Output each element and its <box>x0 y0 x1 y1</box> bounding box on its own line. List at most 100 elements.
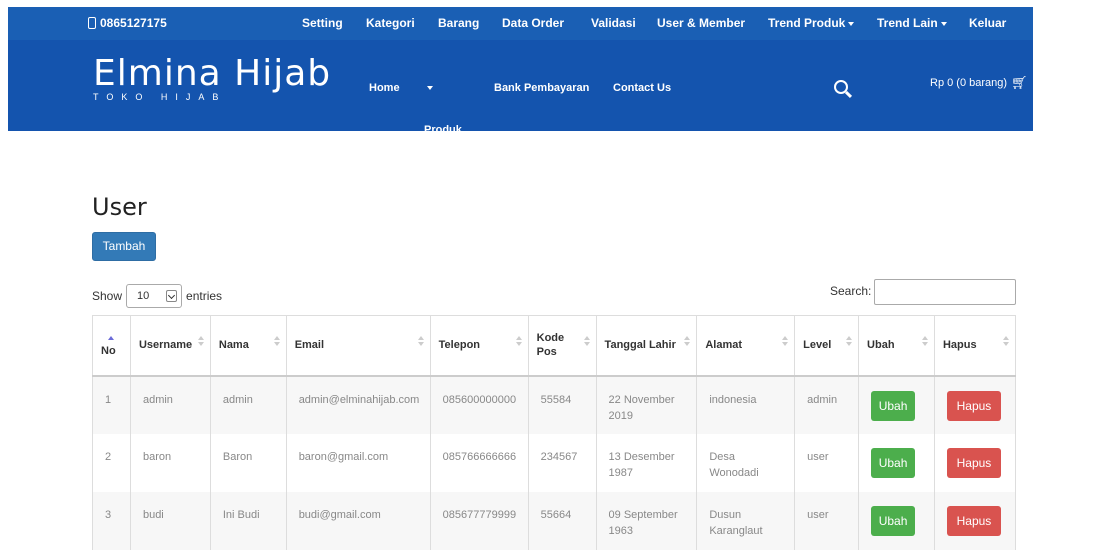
table-header-row: No Username Nama Email Telepon Kode Pos … <box>92 315 1017 377</box>
column-header-username[interactable]: Username <box>129 315 211 377</box>
entries-select[interactable]: 10 <box>126 284 183 308</box>
column-label: Kode Pos <box>536 332 565 359</box>
sort-icon <box>846 336 853 348</box>
cell-no: 2 <box>92 433 131 492</box>
nav-produk-label: Produk <box>424 124 462 136</box>
cell-tanggal-lahir: 09 September 1963 <box>595 491 698 550</box>
nav-setting[interactable]: Setting <box>302 16 343 30</box>
delete-button[interactable]: Hapus <box>946 390 1001 421</box>
nav-keluar[interactable]: Keluar <box>969 16 1006 30</box>
cart-icon: 🛒︎ <box>1011 75 1028 90</box>
cell-ubah: Ubah <box>858 491 935 550</box>
column-label: Level <box>803 339 832 352</box>
edit-button[interactable]: Ubah <box>871 447 916 478</box>
nav-contact-us[interactable]: Contact Us <box>613 82 671 94</box>
cell-alamat: indonesia <box>696 375 796 434</box>
nav-home[interactable]: Home <box>369 82 400 94</box>
caret-down-icon <box>427 86 433 91</box>
phone-number: 0865127175 <box>100 16 167 30</box>
sort-icon <box>782 336 789 348</box>
column-label: Nama <box>218 339 249 352</box>
cell-no: 3 <box>92 491 131 550</box>
column-header-ubah[interactable]: Ubah <box>858 315 935 377</box>
column-header-alamat[interactable]: Alamat <box>696 315 796 377</box>
column-header-kode-pos[interactable]: Kode Pos <box>527 315 597 377</box>
column-header-email[interactable]: Email <box>285 315 431 377</box>
table-row: 2 baron Baron baron@gmail.com 0857666666… <box>92 433 1017 492</box>
cell-nama: admin <box>209 375 287 434</box>
delete-button[interactable]: Hapus <box>946 447 1001 478</box>
sort-icon <box>417 336 424 348</box>
sort-icon <box>197 336 204 348</box>
nav-kategori[interactable]: Kategori <box>366 16 415 30</box>
cell-no: 1 <box>92 375 131 434</box>
sort-icon <box>273 336 280 348</box>
cell-nama: Baron <box>209 433 287 492</box>
cell-alamat: Desa Wonodadi <box>696 433 796 492</box>
cell-ubah: Ubah <box>858 433 935 492</box>
column-label: Ubah <box>867 339 895 352</box>
nav-produk[interactable]: Produk <box>424 82 462 136</box>
column-header-no[interactable]: No <box>92 315 131 377</box>
caret-down-icon <box>848 21 855 26</box>
nav-trend-produk-label: Trend Produk <box>768 16 846 30</box>
nav-trend-lain[interactable]: Trend Lain <box>877 16 947 30</box>
search-icon[interactable] <box>834 80 848 94</box>
search-input[interactable] <box>874 279 1016 305</box>
sort-icon <box>1003 336 1009 348</box>
nav-barang[interactable]: Barang <box>438 16 479 30</box>
edit-button[interactable]: Ubah <box>871 505 916 536</box>
cell-kode-pos: 55584 <box>527 375 597 434</box>
column-header-level[interactable]: Level <box>794 315 860 377</box>
cell-kode-pos: 234567 <box>527 433 597 492</box>
column-label: Username <box>138 339 193 352</box>
user-table: No Username Nama Email Telepon Kode Pos … <box>92 315 1017 550</box>
nav-validasi[interactable]: Validasi <box>591 16 636 30</box>
column-header-tanggal-lahir[interactable]: Tanggal Lahir <box>595 315 698 377</box>
nav-data-order[interactable]: Data Order <box>502 16 564 30</box>
column-label: Hapus <box>942 339 977 352</box>
chevron-down-icon <box>166 290 178 302</box>
column-label: Email <box>294 339 325 352</box>
site-logo[interactable]: Elmina Hijab TOKO HIJAB <box>93 52 331 102</box>
edit-button[interactable]: Ubah <box>871 390 916 421</box>
entries-length-control: Show 10 entries <box>92 284 222 308</box>
cell-kode-pos: 55664 <box>527 491 597 550</box>
cell-hapus: Hapus <box>933 491 1017 550</box>
show-label: Show <box>92 289 123 303</box>
column-header-telepon[interactable]: Telepon <box>429 315 529 377</box>
sort-icon <box>515 336 522 348</box>
cell-email: admin@elminahijab.com <box>285 375 431 434</box>
entries-value: 10 <box>137 290 150 302</box>
column-label: Telepon <box>438 339 481 352</box>
caret-down-icon <box>940 21 947 26</box>
sort-icon <box>921 336 928 348</box>
add-user-button[interactable]: Tambah <box>92 232 156 261</box>
phone-contact: 0865127175 <box>88 16 167 30</box>
cell-username: admin <box>129 375 211 434</box>
cell-username: budi <box>129 491 211 550</box>
cell-nama: Ini Budi <box>209 491 287 550</box>
cart-total: Rp 0 (0 barang) <box>930 77 1008 89</box>
top-bar: 0865127175 Setting Kategori Barang Data … <box>8 7 1033 40</box>
cell-email: budi@gmail.com <box>285 491 431 550</box>
nav-trend-lain-label: Trend Lain <box>877 16 938 30</box>
cell-telepon: 085766666666 <box>429 433 529 492</box>
cell-telepon: 085677779999 <box>429 491 529 550</box>
cell-level: admin <box>794 375 860 434</box>
cell-level: user <box>794 491 860 550</box>
nav-bank-pembayaran[interactable]: Bank Pembayaran <box>494 82 589 94</box>
cart-summary[interactable]: Rp 0 (0 barang) 🛒︎ <box>930 75 1028 91</box>
column-header-nama[interactable]: Nama <box>209 315 287 377</box>
nav-user-member[interactable]: User & Member <box>657 16 745 30</box>
site-header: Elmina Hijab TOKO HIJAB Home Produk Bank… <box>8 40 1033 136</box>
cell-hapus: Hapus <box>933 433 1017 492</box>
cell-username: baron <box>129 433 211 492</box>
delete-button[interactable]: Hapus <box>946 505 1001 536</box>
cell-tanggal-lahir: 22 November 2019 <box>595 375 698 434</box>
entries-label: entries <box>186 289 223 303</box>
column-header-hapus[interactable]: Hapus <box>933 315 1017 377</box>
sort-icon <box>684 336 691 348</box>
nav-trend-produk[interactable]: Trend Produk <box>768 16 855 30</box>
sort-icon <box>583 336 590 348</box>
